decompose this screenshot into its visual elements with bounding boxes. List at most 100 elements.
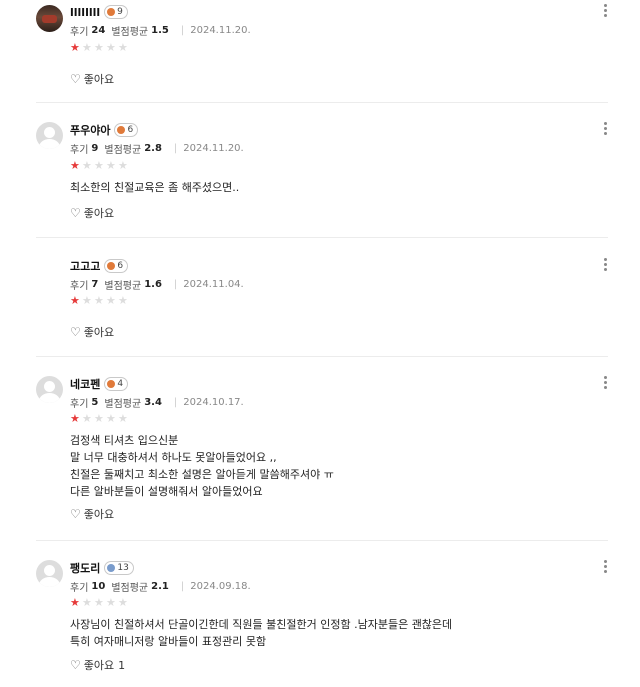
- star-icon: ★: [118, 412, 128, 425]
- star-rating: ★ ★ ★ ★ ★: [70, 160, 130, 171]
- reviewer-name[interactable]: 네코펜: [70, 376, 100, 392]
- avatar[interactable]: [36, 122, 63, 149]
- review-date: 2024.11.20.: [190, 24, 251, 36]
- like-count: 1: [118, 658, 126, 672]
- avatar[interactable]: [36, 376, 63, 403]
- like-label: 좋아요: [83, 508, 115, 521]
- review-count: 5: [91, 396, 99, 408]
- review-count-label: 후기: [70, 280, 89, 292]
- star-icon: ★: [82, 41, 92, 54]
- review-item: 푸우야아 6 후기 9 별점평균 2.8 | 2024.11.20. ★ ★ ★ ★ ★…: [36, 103, 608, 238]
- avatar[interactable]: [36, 5, 63, 32]
- like-button[interactable]: ♡ 좋아요: [70, 325, 114, 339]
- review-text: 최소한의 친절교육은 좀 해주셨으면..: [70, 179, 239, 196]
- star-icon: ★: [82, 159, 92, 172]
- like-button[interactable]: ♡ 좋아요: [70, 206, 114, 220]
- reviewer-name[interactable]: llllllll: [70, 6, 100, 19]
- avg-label: 별점평균: [111, 26, 149, 38]
- level-badge: 9: [104, 5, 128, 19]
- like-button[interactable]: ♡ 좋아요 1: [70, 658, 125, 672]
- star-icon: ★: [118, 159, 128, 172]
- heart-outline-icon: ♡: [70, 658, 81, 672]
- divider: |: [180, 580, 185, 592]
- star-rating: ★ ★ ★ ★ ★: [70, 42, 130, 53]
- like-button[interactable]: ♡ 좋아요: [70, 72, 114, 86]
- more-vertical-icon[interactable]: [602, 4, 608, 19]
- avg-rating: 2.1: [151, 580, 169, 592]
- avg-label: 별점평균: [104, 398, 142, 410]
- avg-rating: 1.5: [151, 24, 169, 36]
- review-count-label: 후기: [70, 26, 89, 38]
- star-rating: ★ ★ ★ ★ ★: [70, 295, 130, 306]
- review-text: 사장님이 친절하셔서 단골이긴한데 직원들 불친절한거 인정함 .남자분들은 괜…: [70, 616, 452, 650]
- star-icon: ★: [70, 412, 80, 425]
- review-count: 24: [91, 24, 106, 36]
- like-label: 좋아요: [83, 659, 115, 672]
- review-count-label: 후기: [70, 398, 89, 410]
- badge-count: 6: [117, 261, 124, 271]
- badge-count: 13: [117, 563, 129, 573]
- star-icon: ★: [70, 159, 80, 172]
- like-label: 좋아요: [83, 326, 115, 339]
- review-count: 9: [91, 142, 99, 154]
- star-icon: ★: [82, 596, 92, 609]
- review-date: 2024.10.17.: [183, 396, 244, 408]
- avg-label: 별점평균: [104, 280, 142, 292]
- reviewer-name[interactable]: 푸우야아: [70, 122, 110, 138]
- review-count: 7: [91, 278, 99, 290]
- review-count: 10: [91, 580, 106, 592]
- badge-icon: [107, 262, 116, 270]
- star-icon: ★: [106, 159, 116, 172]
- review-date: 2024.11.04.: [183, 278, 244, 290]
- level-badge: 4: [104, 377, 129, 391]
- level-badge: 13: [104, 561, 134, 575]
- heart-outline-icon: ♡: [70, 72, 81, 86]
- review-text-line: 사장님이 친절하셔서 단골이긴한데 직원들 불친절한거 인정함 .남자분들은 괜…: [70, 618, 453, 631]
- review-text: 검정색 티셔츠 입으신분 말 너무 대충하셔서 하나도 못알아들었어요 ,, 친…: [70, 432, 334, 500]
- star-icon: ★: [118, 596, 128, 609]
- heart-outline-icon: ♡: [70, 325, 81, 339]
- review-text-line: 다른 알바분들이 설명해줘서 알아들었어요: [70, 485, 263, 498]
- avatar[interactable]: [36, 560, 63, 587]
- review-count-label: 후기: [70, 582, 89, 594]
- divider: |: [173, 142, 178, 154]
- star-icon: ★: [106, 294, 116, 307]
- star-icon: ★: [82, 294, 92, 307]
- divider: |: [173, 396, 178, 408]
- star-icon: ★: [94, 41, 104, 54]
- avg-label: 별점평균: [104, 144, 142, 156]
- badge-count: 6: [127, 125, 134, 135]
- review-date: 2024.11.20.: [183, 142, 244, 154]
- badge-icon: [107, 380, 116, 388]
- level-badge: 6: [104, 259, 129, 273]
- reviewer-name[interactable]: 고고고: [70, 258, 100, 274]
- star-icon: ★: [106, 41, 116, 54]
- review-item: 네코펜 4 후기 5 별점평균 3.4 | 2024.10.17. ★ ★ ★ ★ ★ …: [36, 357, 608, 541]
- star-icon: ★: [118, 41, 128, 54]
- star-icon: ★: [70, 294, 80, 307]
- review-item: 고고고 6 후기 7 별점평균 1.6 | 2024.11.04. ★ ★ ★ ★ ★ …: [36, 238, 608, 357]
- review-item: llllllll 9 후기 24 별점평균 1.5 | 2024.11.20. …: [36, 0, 608, 103]
- heart-outline-icon: ♡: [70, 206, 81, 220]
- badge-count: 9: [117, 7, 123, 17]
- divider: |: [180, 24, 185, 36]
- star-icon: ★: [94, 159, 104, 172]
- avg-rating: 1.6: [144, 278, 162, 290]
- like-button[interactable]: ♡ 좋아요: [70, 507, 114, 521]
- reviewer-name[interactable]: 팽도리: [70, 560, 100, 576]
- badge-icon: [107, 564, 116, 572]
- star-icon: ★: [94, 596, 104, 609]
- more-vertical-icon[interactable]: [602, 376, 608, 391]
- avg-label: 별점평균: [111, 582, 149, 594]
- avg-rating: 2.8: [144, 142, 162, 154]
- more-vertical-icon[interactable]: [602, 560, 608, 575]
- avatar[interactable]: [36, 258, 63, 285]
- review-text-line: 최소한의 친절교육은 좀 해주셨으면..: [70, 181, 240, 194]
- more-vertical-icon[interactable]: [602, 258, 608, 273]
- review-text-line: 특히 여자매니저랑 알바들이 표정관리 못함: [70, 635, 267, 648]
- review-list: llllllll 9 후기 24 별점평균 1.5 | 2024.11.20. …: [0, 0, 640, 687]
- star-icon: ★: [106, 412, 116, 425]
- review-text-line: 검정색 티셔츠 입으신분: [70, 434, 179, 447]
- more-vertical-icon[interactable]: [602, 122, 608, 137]
- star-icon: ★: [94, 294, 104, 307]
